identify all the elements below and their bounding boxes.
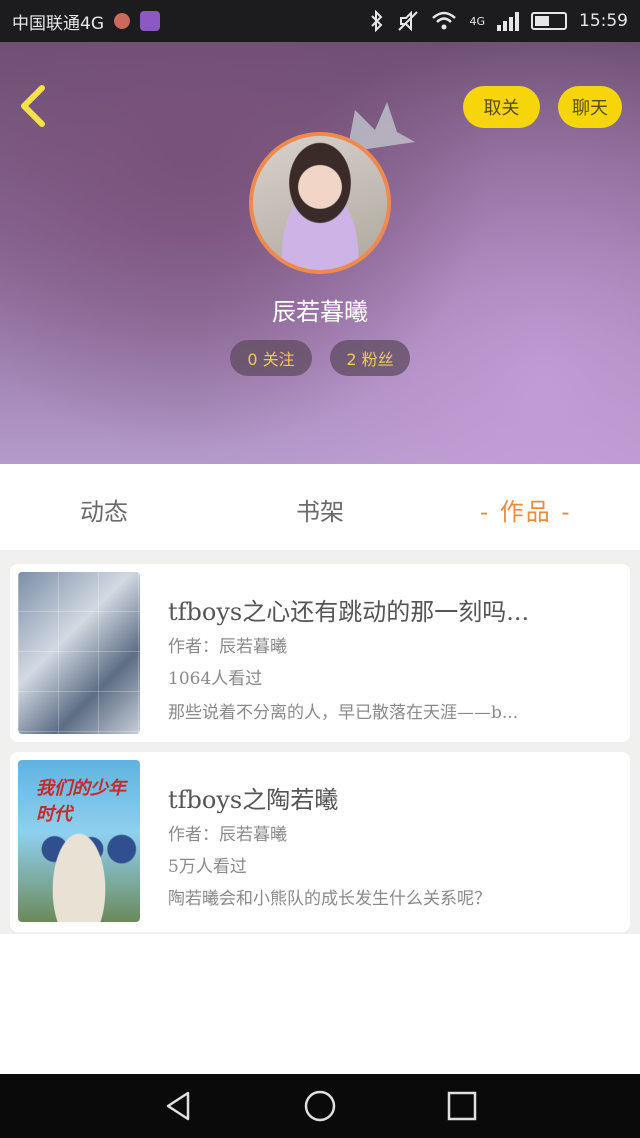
tab-bar: 动态 书架 - 作品 - (0, 464, 640, 550)
work-title: tfboys之陶若曦 (168, 786, 339, 814)
status-left: 中国联通4G (12, 9, 160, 34)
work-author: 作者：辰若暮曦 (168, 637, 287, 657)
tab-works[interactable]: - 作品 - (480, 492, 571, 527)
unfollow-button[interactable]: 取关 (463, 86, 540, 128)
work-views: 5万人看过 (168, 857, 247, 877)
status-right: 4G 15:59 (369, 10, 628, 32)
avatar[interactable] (249, 132, 391, 274)
tab-dynamics[interactable]: 动态 (80, 492, 128, 527)
work-description: 那些说着不分离的人，早已散落在天涯——b... (168, 703, 519, 723)
book-cover (18, 572, 140, 734)
gallery-notification-icon (140, 11, 160, 31)
carrier-label: 中国联通4G (12, 13, 104, 34)
cup-notification-icon (114, 13, 130, 29)
work-description: 陶若曦会和小熊队的成长发生什么关系呢？ (168, 889, 491, 909)
list-item[interactable]: 我们的少年时代 tfboys之陶若曦 作者：辰若暮曦 5万人看过 陶若曦会和小熊… (10, 752, 630, 932)
triangle-back-icon[interactable] (160, 1088, 196, 1124)
tab-bookshelf[interactable]: 书架 (296, 492, 344, 527)
work-views: 1064人看过 (168, 669, 263, 689)
mute-icon (398, 10, 419, 32)
work-author: 作者：辰若暮曦 (168, 825, 287, 845)
list-item[interactable]: tfboys之心还有跳动的那一刻吗... 作者：辰若暮曦 1064人看过 那些说… (10, 564, 630, 742)
chevron-left-icon (21, 85, 45, 127)
circle-home-icon[interactable] (302, 1088, 338, 1124)
square-recent-icon[interactable] (444, 1088, 480, 1124)
wifi-icon (432, 11, 457, 30)
signal-icon (497, 11, 519, 31)
profile-header: 取关 聊天 辰若暮曦 0 关注 2 粉丝 (0, 42, 640, 464)
works-list: tfboys之心还有跳动的那一刻吗... 作者：辰若暮曦 1064人看过 那些说… (0, 550, 640, 934)
following-count[interactable]: 0 关注 (230, 340, 312, 376)
cover-title: 我们的少年时代 (36, 778, 126, 825)
fans-count[interactable]: 2 粉丝 (330, 340, 410, 376)
status-bar: 中国联通4G 4G 15:59 (0, 0, 640, 42)
bluetooth-icon (371, 10, 383, 32)
back-button[interactable] (16, 84, 52, 128)
book-cover: 我们的少年时代 (18, 760, 140, 922)
clock: 15:59 (579, 11, 628, 31)
username: 辰若暮曦 (272, 298, 368, 326)
system-nav-bar (0, 1074, 640, 1138)
chat-button[interactable]: 聊天 (558, 86, 622, 128)
work-title: tfboys之心还有跳动的那一刻吗... (168, 598, 530, 626)
battery-icon (531, 12, 567, 30)
network-label: 4G (469, 14, 485, 28)
